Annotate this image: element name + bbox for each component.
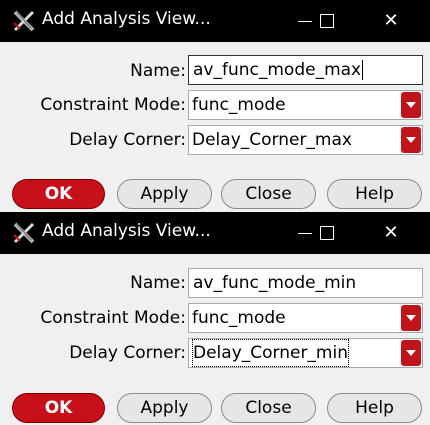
close-icon: ✕ <box>383 222 399 243</box>
chevron-down-icon[interactable] <box>401 92 421 118</box>
add-analysis-view-dialog-max: Add Analysis View... ✕ Name: av_func_mod… <box>0 0 430 213</box>
chevron-down-icon[interactable] <box>401 127 421 153</box>
ok-button[interactable]: OK <box>12 179 105 209</box>
ok-label: OK <box>44 398 73 418</box>
constraint-mode-label: Constraint Mode: <box>40 308 186 328</box>
maximize-icon <box>320 14 334 28</box>
window-title: Add Analysis View... <box>42 9 211 29</box>
delay-corner-select[interactable]: Delay_Corner_max <box>188 125 423 155</box>
close-button[interactable]: Close <box>221 179 316 209</box>
close-icon: ✕ <box>383 10 399 31</box>
constraint-mode-select[interactable]: func_mode <box>188 90 423 120</box>
help-label: Help <box>355 184 394 204</box>
name-input[interactable]: av_func_mode_min <box>188 268 423 298</box>
maximize-icon <box>320 226 334 240</box>
help-button[interactable]: Help <box>327 179 422 209</box>
delay-corner-label: Delay Corner: <box>69 343 186 363</box>
ok-button[interactable]: OK <box>12 393 105 423</box>
window-title: Add Analysis View... <box>42 221 211 241</box>
constraint-mode-value: func_mode <box>192 95 286 115</box>
name-value: av_func_mode_max <box>193 60 362 80</box>
title-bar[interactable]: Add Analysis View... ✕ <box>0 0 430 42</box>
maximize-button[interactable] <box>302 216 352 250</box>
help-label: Help <box>355 398 394 418</box>
delay-corner-select[interactable]: Delay_Corner_min <box>188 338 423 368</box>
delay-corner-value: Delay_Corner_max <box>192 130 352 150</box>
title-bar[interactable]: Add Analysis View... ✕ <box>0 212 430 254</box>
delay-corner-value: Delay_Corner_min <box>192 339 349 367</box>
close-label: Close <box>245 398 292 418</box>
apply-label: Apply <box>140 398 189 418</box>
app-x-logo-icon <box>13 222 35 244</box>
close-window-button[interactable]: ✕ <box>368 4 414 38</box>
maximize-button[interactable] <box>302 4 352 38</box>
text-caret <box>362 60 364 80</box>
chevron-down-icon[interactable] <box>401 305 421 331</box>
apply-button[interactable]: Apply <box>117 393 212 423</box>
constraint-mode-label: Constraint Mode: <box>40 95 186 115</box>
add-analysis-view-dialog-min: Add Analysis View... ✕ Name: av_func_mod… <box>0 212 430 425</box>
help-button[interactable]: Help <box>327 393 422 423</box>
ok-label: OK <box>44 184 73 204</box>
name-label: Name: <box>130 61 186 81</box>
apply-button[interactable]: Apply <box>117 179 212 209</box>
close-window-button[interactable]: ✕ <box>368 216 414 250</box>
app-x-logo-icon <box>13 10 35 32</box>
name-label: Name: <box>130 273 186 293</box>
constraint-mode-value: func_mode <box>192 308 286 328</box>
apply-label: Apply <box>140 184 189 204</box>
close-label: Close <box>245 184 292 204</box>
delay-corner-label: Delay Corner: <box>69 130 186 150</box>
chevron-down-icon[interactable] <box>401 340 421 366</box>
close-button[interactable]: Close <box>221 393 316 423</box>
constraint-mode-select[interactable]: func_mode <box>188 303 423 333</box>
name-input[interactable]: av_func_mode_max <box>188 55 423 85</box>
name-value: av_func_mode_min <box>193 273 357 293</box>
